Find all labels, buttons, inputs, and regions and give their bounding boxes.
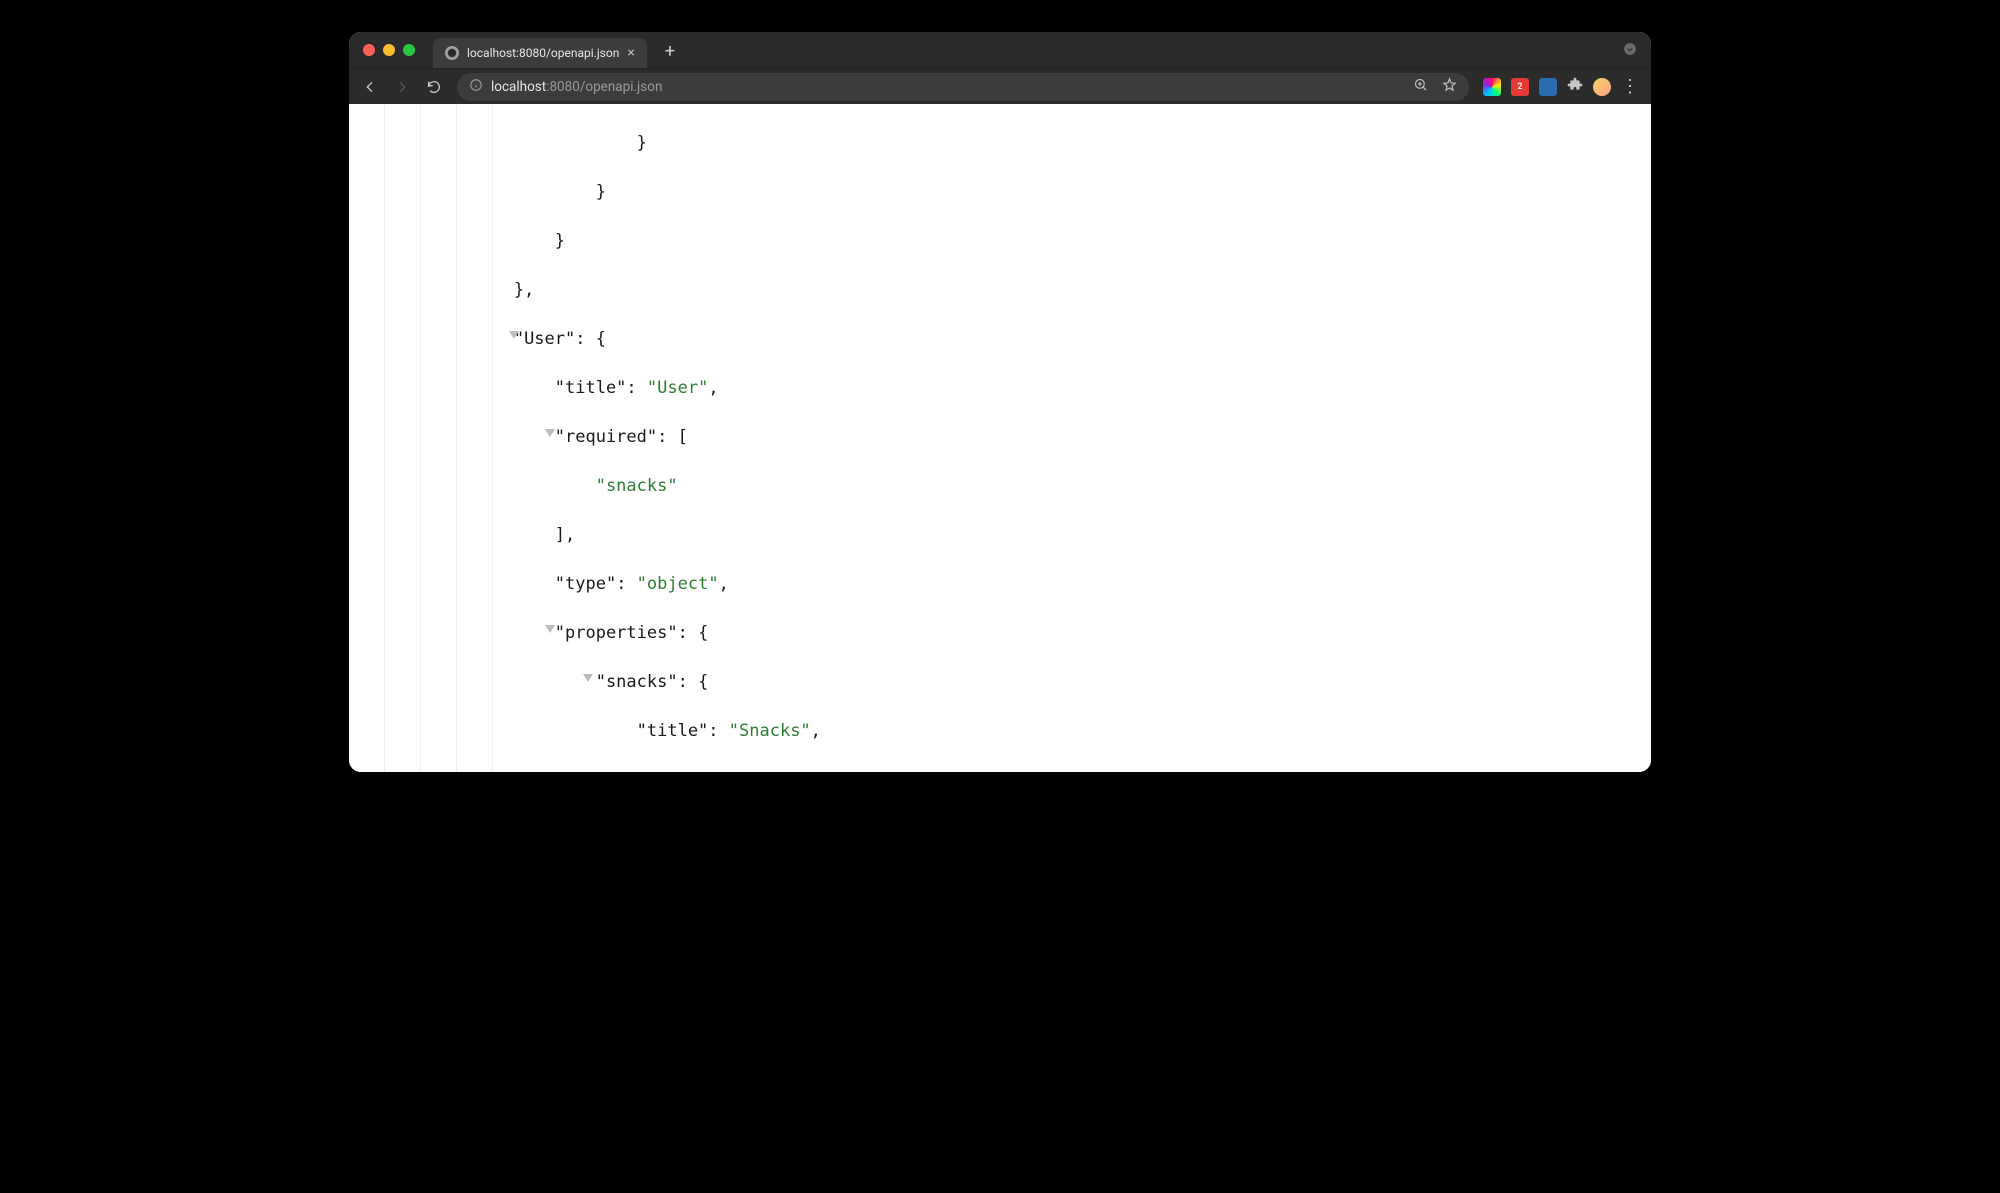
json-line[interactable]: "User": { [391,327,1651,352]
toolbar: localhost:8080/openapi.json 2 ⋮ [349,68,1651,104]
json-line: }, [391,278,1651,303]
extension-icon[interactable]: 2 [1511,78,1529,96]
extension-badge: 2 [1517,82,1522,92]
back-button[interactable] [361,78,379,96]
json-line: ], [391,523,1651,548]
json-string: "object" [637,574,719,594]
json-viewer[interactable]: } } } }, "User": { "title": "User", "req… [349,104,1651,772]
json-line: "snacks" [391,474,1651,499]
json-line: } [391,180,1651,205]
extension-icon[interactable] [1483,78,1501,96]
json-key: "title" [555,378,627,398]
json-line: "type": "array", [391,768,1651,773]
json-string: "Snacks" [729,721,811,741]
browser-tab[interactable]: localhost:8080/openapi.json × [433,38,647,68]
json-line[interactable]: "snacks": { [391,670,1651,695]
address-bar[interactable]: localhost:8080/openapi.json [457,73,1469,101]
collapse-caret-icon[interactable] [545,625,555,633]
json-line: } [391,229,1651,254]
minimize-window-button[interactable] [383,44,395,56]
url-host: localhost [491,79,546,95]
profile-avatar[interactable] [1593,78,1611,96]
json-string: "array" [719,770,791,773]
collapse-caret-icon[interactable] [545,429,555,437]
new-tab-button[interactable]: + [665,41,675,62]
extension-icon[interactable] [1539,78,1557,96]
site-info-icon[interactable] [469,78,483,96]
globe-icon [445,46,459,60]
json-key: "type" [637,770,698,773]
close-window-button[interactable] [363,44,375,56]
json-line: } [391,131,1651,156]
collapse-caret-icon[interactable] [509,331,519,339]
url-path: /openapi.json [580,79,663,95]
bookmark-icon[interactable] [1442,77,1457,96]
json-line[interactable]: "required": [ [391,425,1651,450]
browser-window: localhost:8080/openapi.json × + localhos… [349,32,1651,772]
url-port: :8080 [546,79,580,95]
json-string: "snacks" [596,476,678,496]
json-line: "title": "User", [391,376,1651,401]
maximize-window-button[interactable] [403,44,415,56]
json-line: "title": "Snacks", [391,719,1651,744]
titlebar: localhost:8080/openapi.json × + [349,32,1651,68]
json-string: "User" [647,378,708,398]
collapse-caret-icon[interactable] [583,674,593,682]
close-tab-button[interactable]: × [627,46,634,60]
json-tree: } } } }, "User": { "title": "User", "req… [349,106,1651,772]
json-line: "type": "object", [391,572,1651,597]
forward-button[interactable] [393,78,411,96]
json-key: "snacks" [596,672,678,692]
json-line[interactable]: "properties": { [391,621,1651,646]
tab-title: localhost:8080/openapi.json [467,46,619,60]
reload-button[interactable] [425,78,443,96]
json-key: "required" [555,427,657,447]
browser-menu-button[interactable]: ⋮ [1621,78,1639,96]
json-key: "User" [514,329,575,349]
chevron-down-icon[interactable] [1623,41,1637,60]
json-key: "properties" [555,623,678,643]
json-key: "type" [555,574,616,594]
json-key: "title" [637,721,709,741]
zoom-icon[interactable] [1413,77,1428,96]
url-text: localhost:8080/openapi.json [491,79,662,95]
window-controls [363,44,415,56]
extensions-button[interactable] [1567,77,1583,97]
extensions-area: 2 ⋮ [1483,77,1639,97]
